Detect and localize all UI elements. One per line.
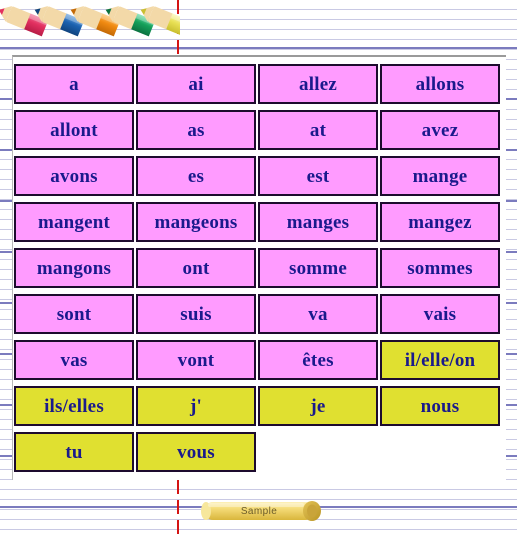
word-grid-row: vas vont êtes il/elle/on xyxy=(14,340,504,386)
word-cell[interactable]: vous xyxy=(136,432,256,472)
word-cell[interactable]: vas xyxy=(14,340,134,380)
word-cell[interactable]: je xyxy=(258,386,378,426)
word-grid-page: a ai allez allons allont as at avez avons es est ma… xyxy=(0,0,517,536)
word-cell[interactable]: ont xyxy=(136,248,256,288)
word-cell[interactable]: somme xyxy=(258,248,378,288)
pencils-svg xyxy=(0,6,191,37)
word-cell[interactable]: vont xyxy=(136,340,256,380)
word-cell-empty xyxy=(258,432,378,472)
word-cell[interactable]: il/elle/on xyxy=(380,340,500,380)
pencils-decoration xyxy=(0,0,191,55)
word-cell[interactable]: ils/elles xyxy=(14,386,134,426)
word-cell[interactable]: mangent xyxy=(14,202,134,242)
word-cell[interactable]: êtes xyxy=(258,340,378,380)
word-cell[interactable]: sommes xyxy=(380,248,500,288)
word-cell[interactable]: mangeons xyxy=(136,202,256,242)
word-cell[interactable]: mangez xyxy=(380,202,500,242)
word-grid-row: tu vous xyxy=(14,432,504,478)
word-cell[interactable]: nous xyxy=(380,386,500,426)
word-cell[interactable]: tu xyxy=(14,432,134,472)
word-grid-row: ils/elles j' je nous xyxy=(14,386,504,432)
word-grid-row: allont as at avez xyxy=(14,110,504,156)
word-cell[interactable]: va xyxy=(258,294,378,334)
word-cell[interactable]: at xyxy=(258,110,378,150)
word-grid-row: mangent mangeons manges mangez xyxy=(14,202,504,248)
word-cell[interactable]: vais xyxy=(380,294,500,334)
word-grid-row: sont suis va vais xyxy=(14,294,504,340)
word-grid-row: a ai allez allons xyxy=(14,64,504,110)
word-cell[interactable]: allont xyxy=(14,110,134,150)
word-cell[interactable]: j' xyxy=(136,386,256,426)
word-cell[interactable]: mangons xyxy=(14,248,134,288)
word-cell[interactable]: avons xyxy=(14,156,134,196)
word-cell[interactable]: allez xyxy=(258,64,378,104)
word-cell-empty xyxy=(380,432,500,472)
word-cell[interactable]: suis xyxy=(136,294,256,334)
word-grid: a ai allez allons allont as at avez avons es est ma… xyxy=(14,64,504,478)
word-cell[interactable]: sont xyxy=(14,294,134,334)
word-cell[interactable]: manges xyxy=(258,202,378,242)
word-grid-row: avons es est mange xyxy=(14,156,504,202)
word-grid-row: mangons ont somme sommes xyxy=(14,248,504,294)
sample-label: Sample xyxy=(240,505,278,517)
word-cell[interactable]: est xyxy=(258,156,378,196)
word-cell[interactable]: ai xyxy=(136,64,256,104)
word-cell[interactable]: avez xyxy=(380,110,500,150)
word-cell[interactable]: es xyxy=(136,156,256,196)
word-cell[interactable]: a xyxy=(14,64,134,104)
sample-scroll[interactable]: Sample xyxy=(198,499,324,523)
word-cell[interactable]: allons xyxy=(380,64,500,104)
word-cell[interactable]: mange xyxy=(380,156,500,196)
word-cell[interactable]: as xyxy=(136,110,256,150)
